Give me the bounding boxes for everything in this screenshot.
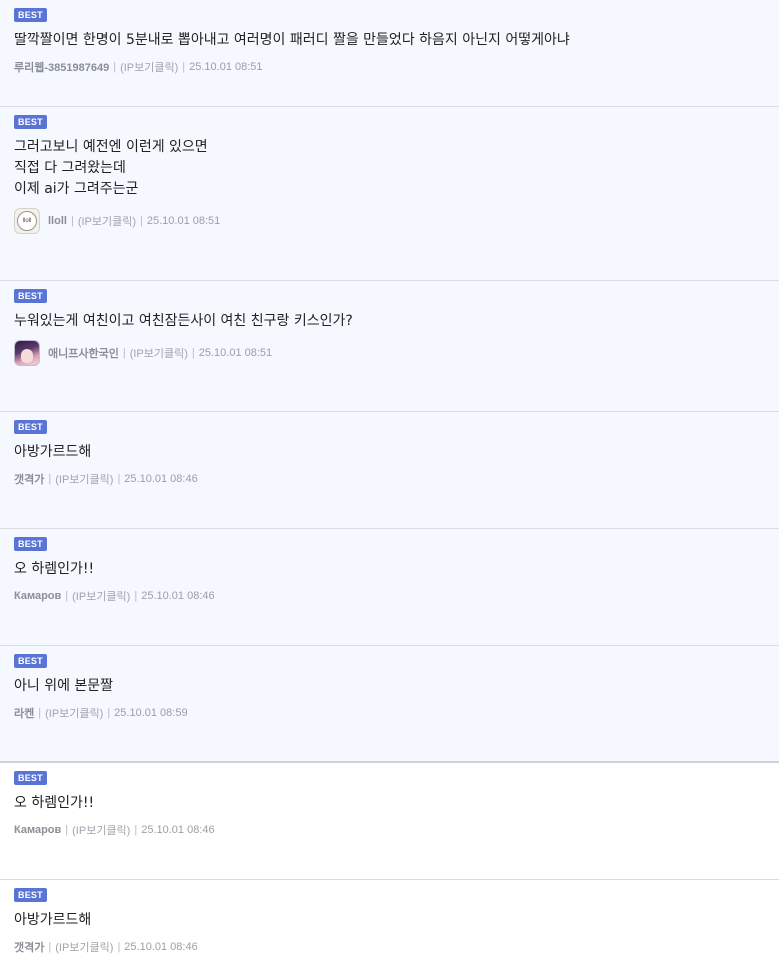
ip-view-link[interactable]: (IP보기클릭) [72, 822, 130, 838]
comment-item: BEST 누워있는게 여친이고 여친잠든사이 여친 친구랑 키스인가? 애니프사… [0, 281, 779, 412]
comment-text: 오 하렘인가!! [14, 561, 95, 577]
best-badge: BEST [14, 115, 47, 129]
comment-list: BEST 딸깍짤이면 한명이 5분내로 뽑아내고 여러명이 패러디 짤을 만들었… [0, 0, 779, 966]
separator: | [191, 347, 195, 359]
separator: | [65, 590, 69, 602]
comment-text: 딸깍짤이면 한명이 5분내로 뽑아내고 여러명이 패러디 짤을 만들었다 하음지… [14, 32, 570, 48]
comment-date: 25.10.01 08:46 [124, 473, 198, 485]
comment-item: BEST 아방가르드해 갯격가 | (IP보기클릭) | 25.10.01 08… [0, 880, 779, 966]
comment-author[interactable]: Камаров [14, 590, 61, 602]
comment-item: BEST 아니 위에 본문짤 라켄 | (IP보기클릭) | 25.10.01 … [0, 646, 779, 763]
separator: | [107, 707, 111, 719]
comment-author[interactable]: 갯격가 [14, 471, 44, 487]
separator: | [122, 347, 126, 359]
separator: | [65, 824, 69, 836]
separator: | [117, 473, 121, 485]
best-badge: BEST [14, 420, 47, 434]
separator: | [182, 61, 186, 73]
comment-meta: lloll lloll | (IP보기클릭) | 25.10.01 08:51 [14, 206, 765, 236]
ip-view-link[interactable]: (IP보기클릭) [120, 59, 178, 75]
comment-text: 아방가르드해 [14, 912, 92, 928]
ip-view-link[interactable]: (IP보기클릭) [72, 588, 130, 604]
comment-item: BEST 아방가르드해 갯격가 | (IP보기클릭) | 25.10.01 08… [0, 412, 779, 529]
comment-meta: 갯격가 | (IP보기클릭) | 25.10.01 08:46 [14, 937, 765, 957]
comment-meta: 루리웹-3851987649 | (IP보기클릭) | 25.10.01 08:… [14, 57, 765, 77]
comment-date: 25.10.01 08:46 [124, 941, 198, 953]
best-badge: BEST [14, 289, 47, 303]
comment-author[interactable]: Камаров [14, 824, 61, 836]
separator: | [113, 61, 117, 73]
separator: | [48, 941, 52, 953]
comment-text: 아방가르드해 [14, 444, 92, 460]
best-badge: BEST [14, 537, 47, 551]
comment-date: 25.10.01 08:46 [141, 824, 215, 836]
comment-date: 25.10.01 08:51 [146, 215, 221, 227]
comment-meta: 갯격가 | (IP보기클릭) | 25.10.01 08:46 [14, 469, 765, 489]
avatar-face [21, 349, 33, 363]
best-badge: BEST [14, 771, 47, 785]
comment-item: BEST 딸깍짤이면 한명이 5분내로 뽑아내고 여러명이 패러디 짤을 만들었… [0, 0, 779, 107]
comment-text: 아니 위에 본문짤 [14, 678, 114, 694]
separator: | [70, 215, 74, 227]
avatar-logo: lloll [17, 211, 37, 231]
comment-date: 25.10.01 08:46 [141, 590, 215, 602]
comment-text: 그러고보니 예전엔 이런게 있으면 직접 다 그려왔는데 이제 ai가 그려주는… [14, 139, 208, 197]
comment-meta: 애니프사한국인 | (IP보기클릭) | 25.10.01 08:51 [14, 338, 765, 368]
ip-view-link[interactable]: (IP보기클릭) [45, 705, 103, 721]
comment-item: BEST 그러고보니 예전엔 이런게 있으면 직접 다 그려왔는데 이제 ai가… [0, 107, 779, 281]
comment-item: BEST 오 하렘인가!! Камаров | (IP보기클릭) | 25.10… [0, 763, 779, 880]
comment-author[interactable]: 애니프사한국인 [48, 345, 119, 361]
comment-meta: Камаров | (IP보기클릭) | 25.10.01 08:46 [14, 820, 765, 840]
comment-item: BEST 오 하렘인가!! Камаров | (IP보기클릭) | 25.10… [0, 529, 779, 646]
comment-text: 누워있는게 여친이고 여친잠든사이 여친 친구랑 키스인가? [14, 313, 353, 329]
separator: | [117, 941, 121, 953]
user-avatar[interactable] [14, 340, 40, 366]
comment-author[interactable]: 루리웹-3851987649 [14, 59, 109, 75]
best-badge: BEST [14, 654, 47, 668]
comment-author[interactable]: 라켄 [14, 705, 34, 721]
comment-date: 25.10.01 08:51 [198, 347, 273, 359]
comment-author[interactable]: lloll [48, 215, 67, 227]
separator: | [140, 215, 143, 227]
comment-author[interactable]: 갯격가 [14, 939, 44, 955]
ip-view-link[interactable]: (IP보기클릭) [55, 939, 113, 955]
separator: | [134, 590, 138, 602]
separator: | [48, 473, 52, 485]
comment-meta: Камаров | (IP보기클릭) | 25.10.01 08:46 [14, 586, 765, 606]
ip-view-link[interactable]: (IP보기클릭) [55, 471, 113, 487]
separator: | [38, 707, 42, 719]
best-badge: BEST [14, 8, 47, 22]
ip-view-link[interactable]: (IP보기클릭) [130, 345, 188, 361]
user-avatar[interactable]: lloll [14, 208, 40, 234]
comment-date: 25.10.01 08:51 [189, 61, 263, 73]
ip-view-link[interactable]: (IP보기클릭) [78, 213, 136, 229]
best-badge: BEST [14, 888, 47, 902]
comment-meta: 라켄 | (IP보기클릭) | 25.10.01 08:59 [14, 703, 765, 723]
separator: | [134, 824, 138, 836]
comment-date: 25.10.01 08:59 [114, 707, 188, 719]
comment-text: 오 하렘인가!! [14, 795, 95, 811]
